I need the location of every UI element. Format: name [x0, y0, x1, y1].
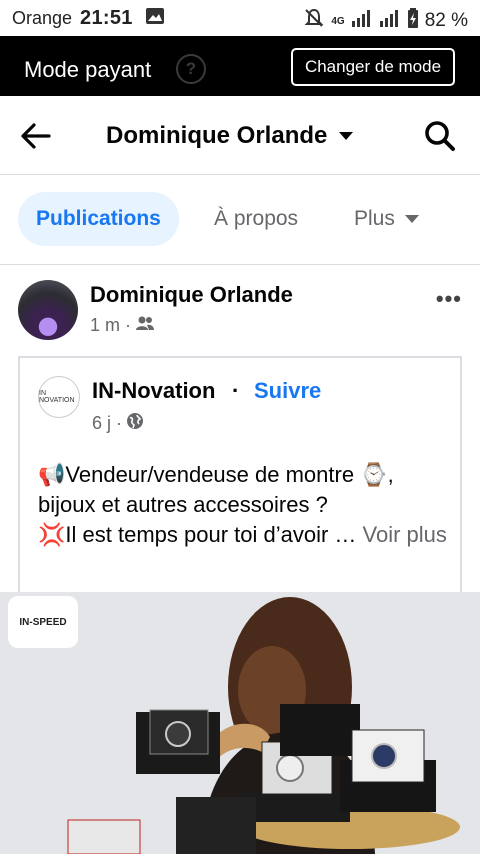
anger-icon: 💢 — [38, 522, 66, 547]
status-bar: Orange 21:51 4G 82 % — [0, 0, 480, 36]
signal-icon-2 — [379, 9, 401, 33]
change-mode-button[interactable]: Changer de mode — [291, 48, 455, 86]
tab-about[interactable]: À propos — [214, 192, 298, 246]
post-text-line1-end: , — [387, 462, 394, 487]
page-title-text: Dominique Orlande — [106, 122, 328, 149]
post-time: 1 m · — [90, 315, 132, 335]
page-title[interactable]: Dominique Orlande — [106, 122, 354, 150]
mute-icon — [303, 7, 325, 35]
brand-logo: IN-SPEED — [8, 596, 78, 648]
post-photo[interactable]: IN-SPEED — [0, 592, 480, 854]
carrier-label: Orange — [12, 8, 73, 28]
chevron-down-icon — [404, 215, 419, 223]
tab-more[interactable]: Plus — [354, 192, 419, 246]
clock: 21:51 — [80, 7, 133, 29]
more-options-icon[interactable]: ••• — [436, 286, 462, 312]
tab-more-label: Plus — [354, 207, 395, 230]
post-text: 📢Vendeur/vendeuse de montre ⌚, bijoux et… — [38, 460, 450, 550]
mode-label: Mode payant — [24, 57, 152, 82]
avatar[interactable] — [18, 280, 78, 340]
mode-bar: Mode payant ? Changer de mode — [0, 36, 480, 96]
shared-post-time: 6 j · — [92, 413, 123, 433]
back-arrow-icon[interactable] — [18, 118, 54, 154]
status-left: Orange 21:51 — [12, 7, 165, 30]
post-author[interactable]: Dominique Orlande — [90, 282, 293, 308]
help-icon[interactable]: ? — [176, 54, 206, 84]
watch-icon: ⌚ — [360, 462, 388, 487]
see-more-link[interactable]: Voir plus — [363, 522, 447, 547]
signal-icon — [351, 9, 373, 33]
battery-icon — [407, 8, 419, 34]
search-icon[interactable] — [422, 118, 458, 154]
friends-icon — [135, 315, 155, 336]
tab-publications[interactable]: Publications — [18, 192, 179, 246]
follow-link[interactable]: Suivre — [254, 378, 321, 404]
post-text-line1: Vendeur/vendeuse de montre — [65, 462, 361, 487]
status-right: 4G 82 % — [303, 7, 468, 35]
post-meta: 1 m · — [90, 315, 155, 336]
profile-tabs: Publications À propos Plus — [0, 174, 480, 265]
shared-page-name[interactable]: IN-Novation — [92, 378, 215, 404]
chevron-down-icon — [339, 132, 354, 140]
megaphone-icon: 📢 — [38, 462, 66, 487]
brand-logo-text: IN-SPEED — [19, 616, 67, 628]
network-type: 4G — [331, 15, 345, 27]
post-text-line3: Il est temps pour toi d’avoir … — [65, 522, 363, 547]
shared-post[interactable]: IN NOVATION IN-Novation · Suivre 6 j · 📢… — [18, 356, 462, 596]
post-text-line2: bijoux et autres accessoires ? — [38, 492, 328, 517]
page-avatar-text: IN NOVATION — [39, 390, 75, 404]
gallery-icon — [145, 7, 165, 30]
page-avatar[interactable]: IN NOVATION — [38, 376, 80, 418]
separator: · — [232, 378, 240, 403]
shared-post-meta: 6 j · — [92, 412, 144, 435]
battery-percent: 82 % — [424, 10, 468, 31]
globe-icon — [126, 412, 144, 435]
page-header: Dominique Orlande — [0, 96, 480, 175]
